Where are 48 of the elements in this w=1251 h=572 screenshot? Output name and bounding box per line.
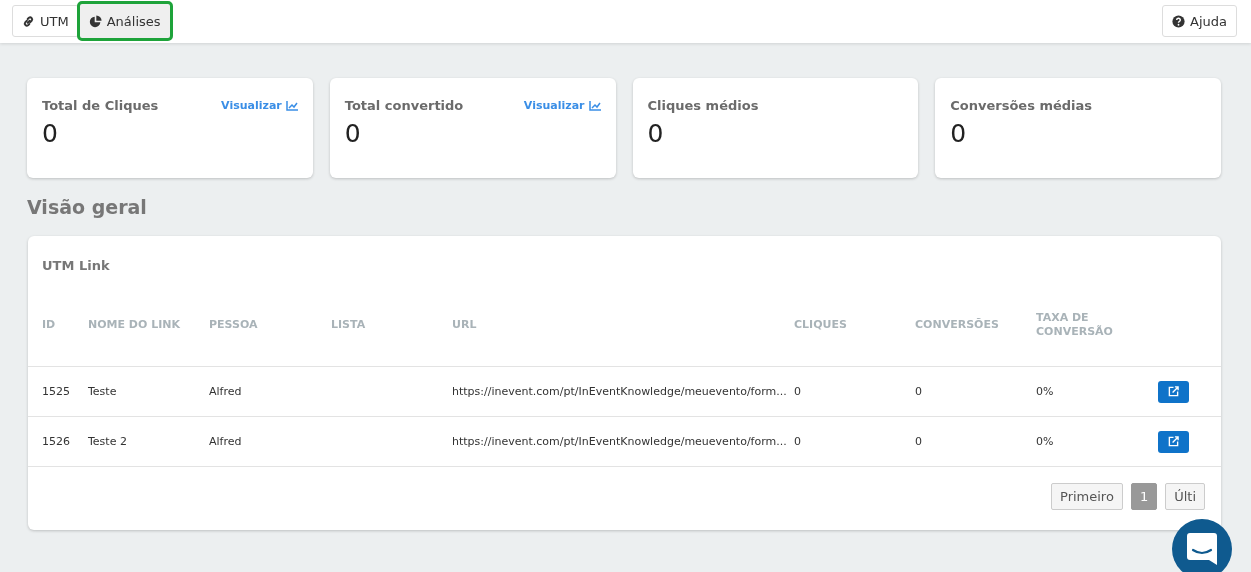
column-header: URL bbox=[452, 318, 478, 332]
open-link-button[interactable] bbox=[1158, 430, 1189, 453]
table-cell-text: 0 bbox=[915, 385, 923, 398]
stat-title: Cliques médios bbox=[647, 98, 759, 113]
page-button[interactable]: Últi bbox=[1165, 483, 1205, 510]
question-icon bbox=[1172, 14, 1186, 28]
table-cell-text: 0 bbox=[794, 385, 802, 398]
external-link-icon bbox=[1168, 436, 1179, 447]
help-button[interactable]: Ajuda bbox=[1162, 5, 1237, 37]
page-button[interactable]: Primeiro bbox=[1051, 483, 1123, 510]
table-cell-text: https://inevent.com/pt/InEventKnowledge/meuevento/form... bbox=[452, 435, 788, 448]
column-header: PESSOA bbox=[209, 318, 259, 332]
stat-value: 0 bbox=[344, 119, 362, 148]
table-cell-text: Alfred bbox=[209, 385, 243, 398]
tab[interactable]: UTM bbox=[12, 5, 79, 37]
chat-button[interactable] bbox=[1172, 519, 1232, 572]
link-icon bbox=[22, 14, 35, 28]
stat-value: 0 bbox=[950, 119, 968, 148]
column-header: CONVERSÕES bbox=[915, 318, 1000, 332]
stat-title: Total de Cliques bbox=[42, 98, 159, 113]
table-title: UTM Link bbox=[41, 257, 111, 275]
line-chart-icon bbox=[588, 100, 601, 111]
table-cell-text: 0% bbox=[1036, 435, 1055, 448]
stat-title: Total convertido bbox=[344, 98, 464, 113]
line-chart-icon bbox=[285, 100, 298, 111]
external-link-icon bbox=[1168, 386, 1179, 397]
table-cell-text: 1525 bbox=[42, 385, 71, 398]
table-cell-text: 1526 bbox=[42, 435, 71, 448]
table-cell-text: Alfred bbox=[209, 435, 243, 448]
table-cell-text: Teste 2 bbox=[88, 435, 128, 448]
table-cell-text: 0 bbox=[794, 435, 802, 448]
table-cell-text: https://inevent.com/pt/InEventKnowledge/meuevento/form... bbox=[452, 385, 788, 398]
column-header: CLIQUES bbox=[794, 318, 848, 332]
stat-value: 0 bbox=[42, 119, 59, 148]
table-cell-text: Teste bbox=[88, 385, 118, 398]
column-header: LISTA bbox=[331, 318, 367, 332]
stat-title: Conversões médias bbox=[950, 98, 1093, 113]
column-header: TAXA DE CONVERSÃO bbox=[1036, 311, 1114, 339]
stat-value: 0 bbox=[647, 119, 665, 148]
table-cell-text: 0 bbox=[915, 435, 923, 448]
table-cell-text: 0% bbox=[1036, 385, 1055, 398]
section-title: Visão geral bbox=[27, 196, 148, 218]
pie-chart-icon bbox=[88, 14, 102, 28]
column-header: ID bbox=[42, 318, 57, 332]
column-header: NOME DO LINK bbox=[88, 318, 181, 332]
chat-icon bbox=[1187, 533, 1217, 565]
tab[interactable]: Análises bbox=[78, 3, 171, 39]
open-link-button[interactable] bbox=[1158, 380, 1189, 403]
